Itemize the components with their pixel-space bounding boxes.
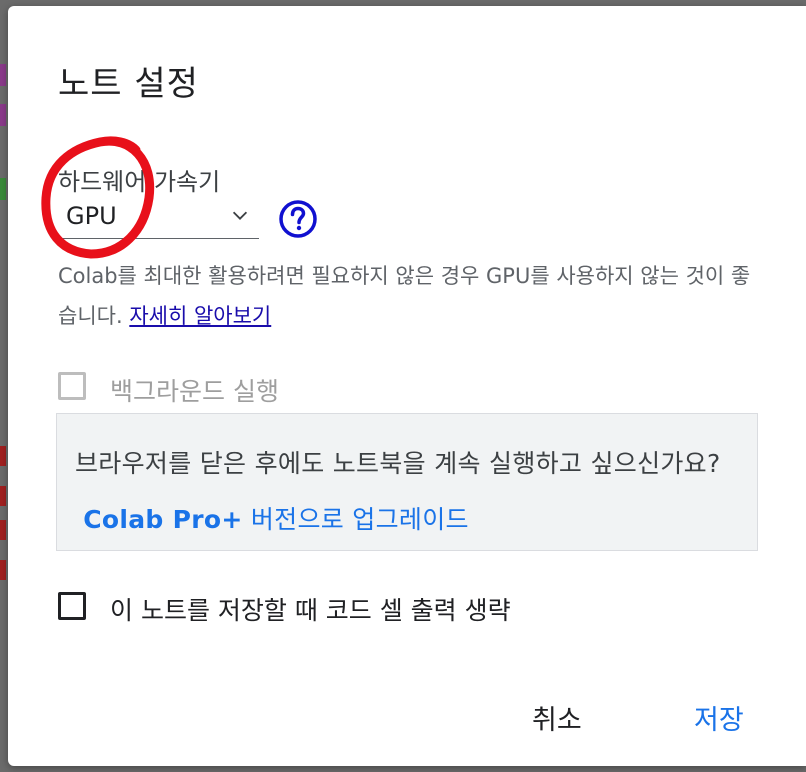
- upgrade-promo-box: 브라우저를 닫은 후에도 노트북을 계속 실행하고 싶으신가요? Colab P…: [56, 413, 758, 551]
- cancel-button[interactable]: 취소: [526, 694, 588, 741]
- hardware-accelerator-select[interactable]: GPU: [56, 198, 259, 239]
- background-execution-checkbox[interactable]: [58, 372, 86, 400]
- promo-text: 브라우저를 닫은 후에도 노트북을 계속 실행하고 싶으신가요?: [75, 449, 721, 478]
- learn-more-link[interactable]: 자세히 알아보기: [129, 304, 271, 328]
- background-execution-label: 백그라운드 실행: [110, 377, 279, 406]
- selected-accelerator: GPU: [66, 202, 117, 230]
- dialog-title: 노트 설정: [58, 64, 199, 104]
- notebook-settings-dialog: 노트 설정 하드웨어 가속기 GPU Colab를 최대한 활용하려면 필요하지…: [8, 6, 806, 766]
- save-button[interactable]: 저장: [688, 694, 750, 741]
- omit-output-label: 이 노트를 저장할 때 코드 셀 출력 생략: [110, 596, 511, 625]
- help-circle-icon[interactable]: [278, 199, 318, 239]
- accelerator-note: Colab를 최대한 활용하려면 필요하지 않은 경우 GPU를 사용하지 않는…: [58, 256, 758, 336]
- hardware-accelerator-label: 하드웨어 가속기: [58, 168, 221, 196]
- chevron-down-icon: [232, 211, 248, 220]
- upgrade-link[interactable]: 버전으로 업그레이드: [251, 505, 469, 534]
- omit-output-checkbox[interactable]: [58, 592, 86, 620]
- colab-pro-plus-link[interactable]: Colab Pro+: [83, 505, 242, 534]
